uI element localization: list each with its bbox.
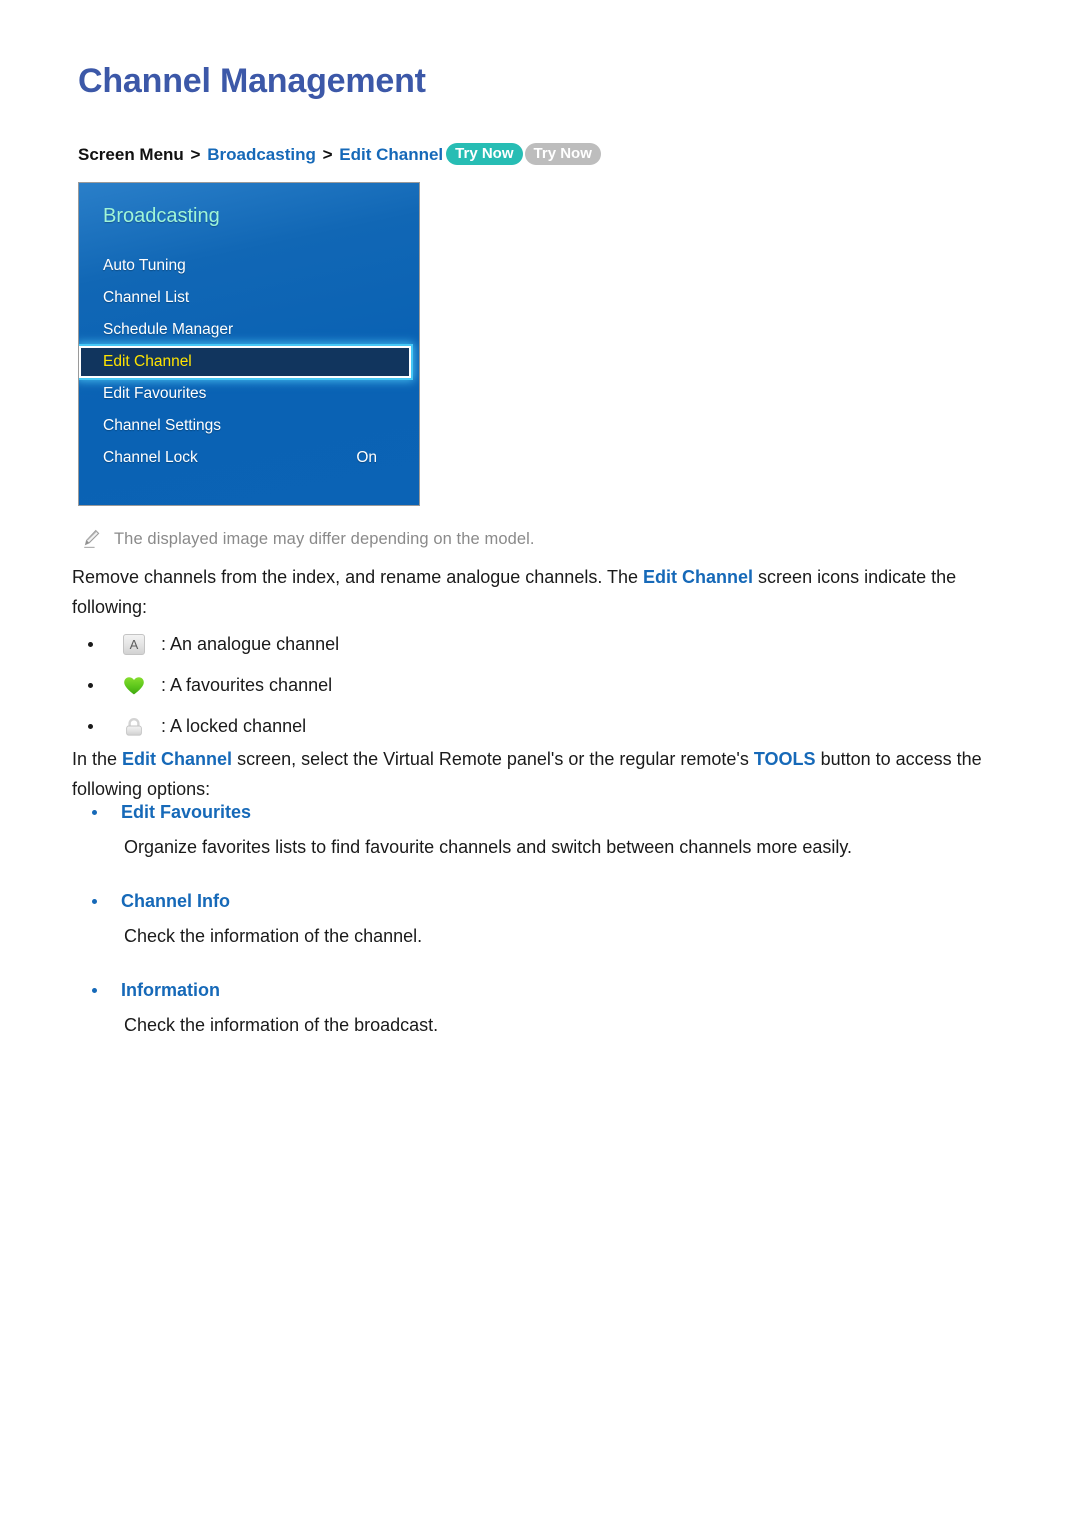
page-title: Channel Management [78, 62, 426, 100]
list-item-label: : A locked channel [161, 716, 307, 736]
locked-padlock-icon [121, 716, 147, 738]
tv-menu-item-schedule-manager[interactable]: Schedule Manager [79, 314, 419, 346]
list-item: A : An analogue channel [88, 624, 588, 665]
bullet-dot [92, 899, 97, 904]
option-title: Edit Favourites [121, 802, 252, 822]
option-title: Information [121, 980, 220, 1000]
tv-menu-item-label: Channel Lock [103, 449, 198, 466]
breadcrumb: Screen Menu > Broadcasting > Edit Channe… [78, 143, 601, 167]
tv-menu-item-auto-tuning[interactable]: Auto Tuning [79, 250, 419, 282]
tools-paragraph-part1: In the [72, 749, 123, 769]
tv-menu-panel: Broadcasting Auto Tuning Channel List Sc… [78, 182, 420, 506]
pencil-icon [82, 528, 102, 550]
tv-menu-header: Broadcasting [103, 205, 220, 227]
list-item: : A locked channel [88, 706, 588, 747]
list-item: : A favourites channel [88, 665, 588, 706]
tv-menu-item-value: On [356, 449, 377, 466]
tv-menu-item-label: Schedule Manager [103, 321, 234, 338]
tv-menu-list: Auto Tuning Channel List Schedule Manage… [79, 250, 419, 474]
option-description: Organize favorites lists to find favouri… [124, 837, 853, 857]
breadcrumb-item-edit-channel[interactable]: Edit Channel [339, 145, 443, 164]
option-title: Channel Info [121, 891, 230, 911]
link-edit-channel[interactable]: Edit Channel [643, 567, 753, 587]
tv-menu-item-edit-channel[interactable]: Edit Channel [79, 344, 413, 380]
list-item-label: : An analogue channel [161, 634, 340, 654]
tv-menu-item-label: Edit Channel [103, 353, 192, 370]
breadcrumb-root: Screen Menu [78, 145, 184, 164]
breadcrumb-separator-1: > [190, 145, 201, 164]
option-heading-information[interactable]: Information [92, 980, 992, 1001]
bullet-dot [88, 642, 93, 647]
try-now-badge-secondary[interactable]: Try Now [524, 143, 601, 165]
tv-menu-item-channel-settings[interactable]: Channel Settings [79, 410, 419, 442]
try-now-badge-primary[interactable]: Try Now [446, 143, 523, 165]
document-page: Channel Management Screen Menu > Broadca… [0, 0, 1080, 1527]
options-list: Edit Favourites Organize favorites lists… [92, 802, 992, 1069]
bullet-dot [88, 724, 93, 729]
intro-paragraph-part1: Remove channels from the index, and rena… [72, 567, 644, 587]
list-item-label: : A favourites channel [161, 675, 333, 695]
favourite-heart-icon [121, 676, 147, 696]
option-description: Check the information of the channel. [124, 926, 423, 946]
tv-menu-item-label: Auto Tuning [103, 257, 186, 274]
tools-paragraph: In the Edit Channel screen, select the V… [72, 744, 1012, 804]
icon-legend-list: A : An analogue channel : A favourites c… [88, 624, 588, 747]
link-tools[interactable]: TOOLS [754, 749, 816, 769]
tv-menu-item-label: Channel List [103, 289, 190, 306]
breadcrumb-separator-2: > [322, 145, 333, 164]
tools-paragraph-part2: screen, select the Virtual Remote panel'… [232, 749, 754, 769]
analogue-channel-letter: A [123, 634, 145, 655]
option-heading-edit-favourites[interactable]: Edit Favourites [92, 802, 992, 823]
bullet-dot [92, 988, 97, 993]
link-edit-channel-2[interactable]: Edit Channel [122, 749, 232, 769]
breadcrumb-item-broadcasting[interactable]: Broadcasting [207, 145, 316, 164]
option-heading-channel-info[interactable]: Channel Info [92, 891, 992, 912]
note-text: The displayed image may differ depending… [114, 529, 535, 548]
tv-menu-item-label: Edit Favourites [103, 385, 207, 402]
tv-menu-item-label: Channel Settings [103, 417, 222, 434]
analogue-channel-icon: A [121, 634, 147, 655]
intro-paragraph: Remove channels from the index, and rena… [72, 562, 1012, 622]
option-description: Check the information of the broadcast. [124, 1015, 439, 1035]
tv-menu-item-channel-lock[interactable]: Channel Lock On [79, 442, 419, 474]
bullet-dot [92, 810, 97, 815]
note-row: The displayed image may differ depending… [82, 528, 535, 550]
bullet-dot [88, 683, 93, 688]
tv-menu-item-channel-list[interactable]: Channel List [79, 282, 419, 314]
tv-menu-item-edit-favourites[interactable]: Edit Favourites [79, 378, 419, 410]
